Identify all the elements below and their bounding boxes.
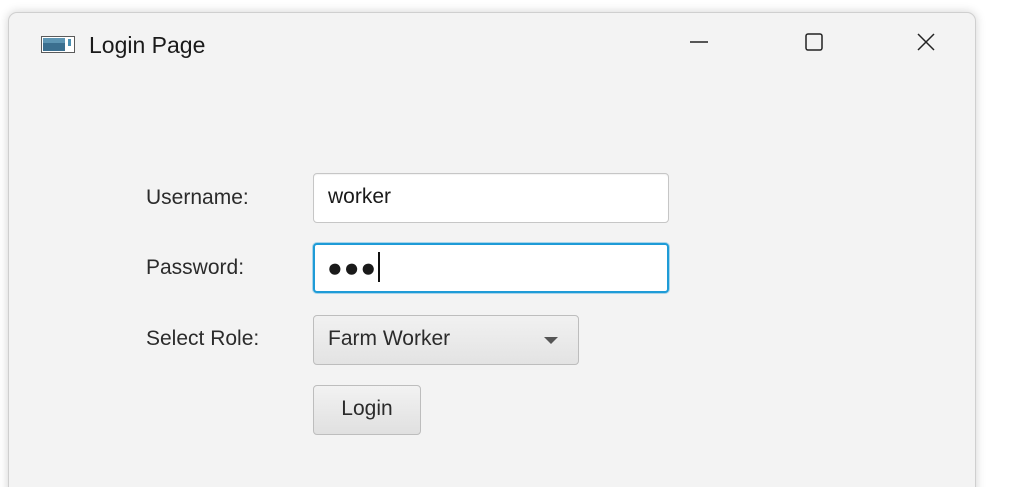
role-selected-value: Farm Worker [328, 327, 451, 350]
password-field[interactable]: ●●● [313, 243, 669, 293]
login-button[interactable]: Login [313, 385, 421, 435]
maximize-icon [803, 31, 825, 58]
login-window: Login Page Username: worker Password: ●●… [8, 12, 976, 487]
title-bar[interactable]: Login Page [9, 13, 975, 75]
maximize-button[interactable] [774, 13, 854, 75]
password-masked-value: ●●● [327, 252, 378, 283]
username-label: Username: [146, 186, 249, 209]
role-label: Select Role: [146, 327, 260, 350]
close-button[interactable] [886, 13, 966, 75]
java-app-icon [41, 36, 75, 53]
password-label: Password: [146, 256, 245, 279]
username-value: worker [328, 185, 392, 208]
role-dropdown[interactable]: Farm Worker [313, 315, 579, 365]
minimize-icon [688, 31, 710, 58]
desktop: Login Page Username: worker Password: ●●… [0, 0, 1011, 487]
text-caret [378, 252, 381, 283]
close-icon [915, 31, 937, 58]
chevron-down-icon [544, 337, 558, 344]
username-field[interactable]: worker [313, 173, 669, 223]
minimize-button[interactable] [659, 13, 739, 75]
window-title: Login Page [89, 32, 206, 58]
